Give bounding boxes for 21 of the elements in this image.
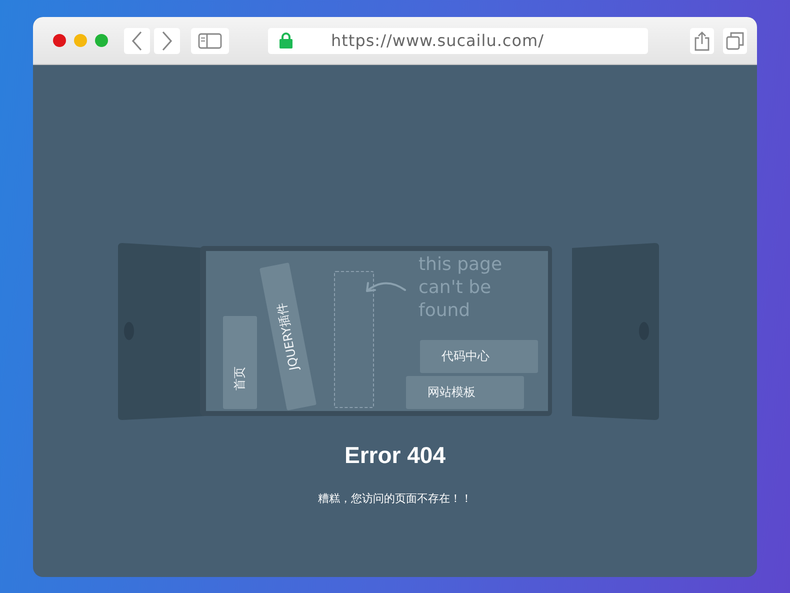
error-title: Error 404 (344, 442, 446, 469)
book-label: JQUERY插件 (272, 301, 302, 372)
book[interactable]: 代码中心 (420, 340, 538, 373)
share-button[interactable] (690, 28, 714, 54)
maximize-icon[interactable] (95, 34, 108, 47)
chevron-left-icon (131, 30, 143, 50)
close-icon[interactable] (53, 34, 66, 47)
book[interactable]: 网站模板 (406, 376, 524, 409)
share-icon (694, 30, 710, 50)
book-label: 首页 (231, 366, 247, 390)
tabs-button[interactable] (723, 28, 747, 54)
back-button[interactable] (124, 28, 150, 54)
lock-icon (279, 32, 293, 49)
forward-button[interactable] (154, 28, 180, 54)
chevron-right-icon (161, 30, 173, 50)
tabs-icon (726, 32, 744, 50)
book[interactable]: 首页 (222, 316, 256, 409)
sidebar-button[interactable] (191, 28, 229, 54)
sidebar-icon (198, 32, 222, 48)
address-bar[interactable]: https://www.sucailu.com/ (268, 28, 648, 54)
error-message: 糟糕，您访问的页面不存在！！ (318, 491, 472, 506)
